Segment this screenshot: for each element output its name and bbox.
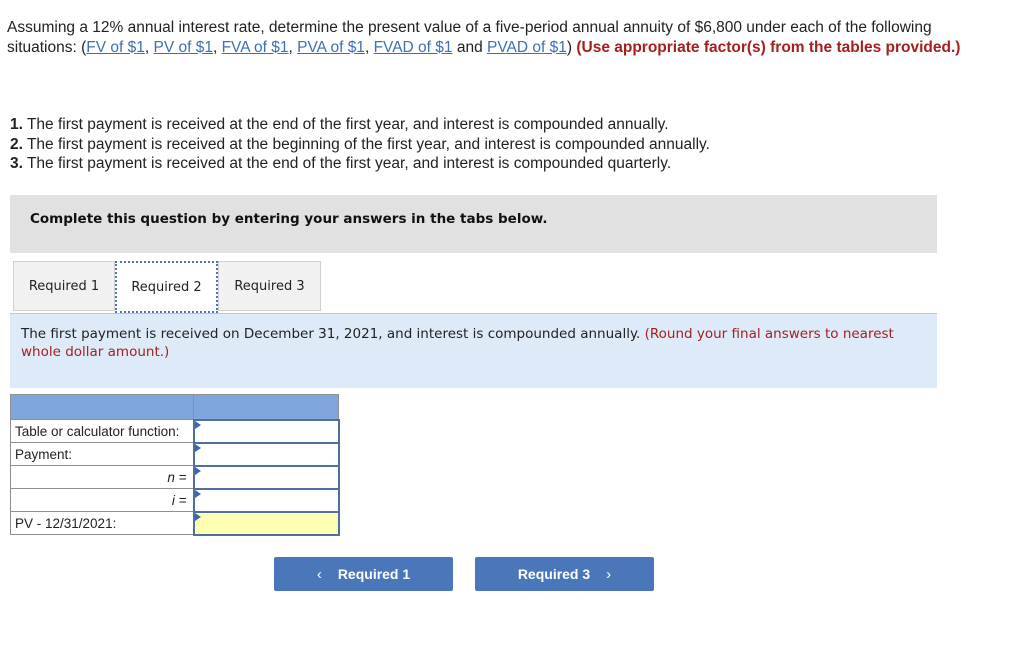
tab-required-1[interactable]: Required 1 xyxy=(13,261,115,311)
table-row: n = xyxy=(10,464,340,490)
table-function-input[interactable] xyxy=(194,421,338,441)
table-row: Payment: xyxy=(10,441,340,467)
part-text: The first payment is received at the beg… xyxy=(22,135,710,153)
prev-required-1-button[interactable]: ‹ Required 1 xyxy=(274,557,453,591)
header-cell xyxy=(193,394,339,420)
input-flag-icon xyxy=(194,489,201,498)
factor-instruction: (Use appropriate factor(s) from the tabl… xyxy=(576,38,961,56)
next-button-label: Required 3 xyxy=(517,566,591,582)
question-intro: Assuming a 12% annual interest rate, det… xyxy=(7,19,961,56)
header-cell xyxy=(10,394,194,420)
input-flag-icon xyxy=(194,466,201,475)
n-input[interactable] xyxy=(194,467,338,487)
instruction-bar: Complete this question by entering your … xyxy=(10,195,937,253)
question-parts: 1. The first payment is received at the … xyxy=(10,115,710,174)
part-number: 3. xyxy=(10,155,23,172)
link-pv-of-1[interactable]: PV of $1 xyxy=(154,39,213,56)
instruction-text: Complete this question by entering your … xyxy=(30,211,548,227)
paren: ) xyxy=(566,38,573,56)
part-text: The first payment is received at the end… xyxy=(22,155,672,172)
answer-cell xyxy=(192,418,340,444)
answer-cell xyxy=(192,487,340,513)
input-flag-icon xyxy=(194,420,201,429)
prev-button-label: Required 1 xyxy=(337,566,411,582)
table-header-row xyxy=(10,394,339,420)
table-row: i = xyxy=(10,487,340,513)
chevron-right-icon: › xyxy=(606,565,612,583)
and-word: and xyxy=(452,38,488,56)
row-label: n = xyxy=(10,465,194,489)
row-label: PV - 12/31/2021: xyxy=(10,511,194,535)
part-number: 2. xyxy=(10,135,23,153)
part-text: The first payment is received at the end… xyxy=(22,116,669,133)
link-fvad-of-1[interactable]: FVAD of $1 xyxy=(374,39,453,56)
tab-required-3[interactable]: Required 3 xyxy=(218,261,321,311)
answer-cell xyxy=(192,441,340,467)
panel-text: The first payment is received on Decembe… xyxy=(21,325,921,361)
link-fv-of-1[interactable]: FV of $1 xyxy=(86,39,145,56)
tab-required-2[interactable]: Required 2 xyxy=(115,261,218,313)
tab-bar: Required 1 Required 2 Required 3 xyxy=(13,261,321,313)
pv-calculation-table: Table or calculator function: Payment: n… xyxy=(10,394,340,536)
row-label: Payment: xyxy=(10,442,194,466)
answer-cell xyxy=(192,510,340,536)
pv-input[interactable] xyxy=(194,513,338,533)
next-required-3-button[interactable]: Required 3 › xyxy=(475,557,654,591)
part-1: 1. The first payment is received at the … xyxy=(10,115,710,135)
part-number: 1. xyxy=(10,116,23,133)
answer-cell xyxy=(192,464,340,490)
row-label: i = xyxy=(10,488,194,512)
row-label: Table or calculator function: xyxy=(10,419,194,443)
link-fva-of-1[interactable]: FVA of $1 xyxy=(222,39,289,56)
part-3: 3. The first payment is received at the … xyxy=(10,154,710,174)
link-pvad-of-1[interactable]: PVAD of $1 xyxy=(487,39,567,56)
payment-input[interactable] xyxy=(194,444,338,464)
table-row: Table or calculator function: xyxy=(10,418,340,444)
tab-instruction-panel: The first payment is received on Decembe… xyxy=(10,313,937,388)
link-pva-of-1[interactable]: PVA of $1 xyxy=(297,39,365,56)
i-input[interactable] xyxy=(194,490,338,510)
panel-main-text: The first payment is received on Decembe… xyxy=(21,326,645,342)
chevron-left-icon: ‹ xyxy=(316,565,322,583)
input-flag-icon xyxy=(194,443,201,452)
table-row: PV - 12/31/2021: xyxy=(10,510,340,536)
input-flag-icon xyxy=(194,512,201,521)
part-2: 2. The first payment is received at the … xyxy=(10,135,710,155)
